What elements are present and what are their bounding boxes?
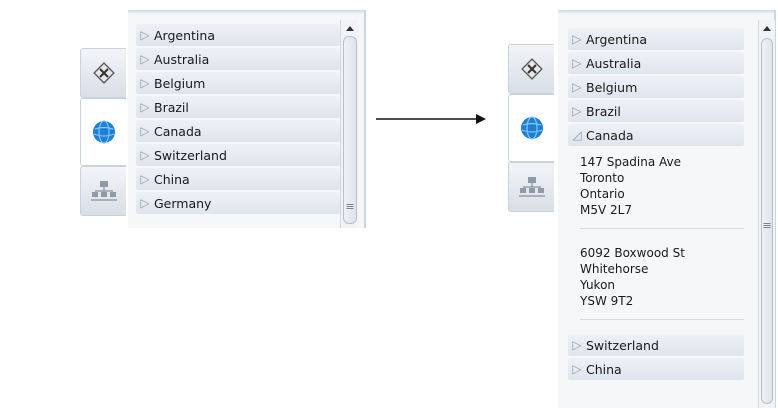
before-row-brazil[interactable]: ▷ Brazil <box>136 96 340 118</box>
after-row-switzerland[interactable]: ▷ Switzerland <box>568 334 744 356</box>
globe-icon <box>520 116 543 140</box>
chevron-right-icon: ▷ <box>140 172 150 186</box>
chevron-right-icon: ▷ <box>140 28 150 42</box>
before-row-canada[interactable]: ▷ Canada <box>136 120 340 142</box>
chevron-right-icon: ▷ <box>572 104 582 118</box>
address-line: Whitehorse <box>580 262 649 276</box>
country-label: Argentina <box>586 31 647 47</box>
address-divider <box>580 228 744 229</box>
scroll-up-icon[interactable] <box>763 26 771 31</box>
grip-icon <box>346 204 354 209</box>
country-label: Brazil <box>154 99 189 115</box>
tools-icon <box>92 62 115 84</box>
before-panel: ▷ Argentina ▷ Australia ▷ Belgium ▷ Braz… <box>78 10 366 228</box>
after-tab-network[interactable] <box>508 162 554 212</box>
chevron-right-icon: ▷ <box>140 52 150 66</box>
after-tabs <box>508 44 554 224</box>
before-tab-globe[interactable] <box>80 98 126 166</box>
before-tab-network[interactable] <box>80 166 126 216</box>
country-label: Australia <box>154 51 210 67</box>
after-row-canada[interactable]: ◿ Canada <box>568 124 744 146</box>
chevron-right-icon: ▷ <box>140 100 150 114</box>
address-line: M5V 2L7 <box>580 203 632 217</box>
network-icon <box>90 181 117 201</box>
after-row-belgium[interactable]: ▷ Belgium <box>568 76 744 98</box>
country-label: China <box>154 171 190 187</box>
before-tab-tools[interactable] <box>80 48 126 98</box>
address-line: 147 Spadina Ave <box>580 155 682 169</box>
chevron-right-icon: ▷ <box>140 148 150 162</box>
country-label: Brazil <box>586 103 621 119</box>
country-label: Belgium <box>154 75 206 91</box>
address-line: Ontario <box>580 187 625 201</box>
before-row-argentina[interactable]: ▷ Argentina <box>136 24 340 46</box>
chevron-right-icon: ▷ <box>572 338 582 352</box>
before-country-list: ▷ Argentina ▷ Australia ▷ Belgium ▷ Braz… <box>136 24 340 214</box>
country-label: Canada <box>154 123 202 139</box>
chevron-right-icon: ▷ <box>140 196 150 210</box>
country-label: Switzerland <box>586 337 659 353</box>
before-tabs <box>80 48 126 218</box>
before-scrollbar[interactable] <box>340 20 359 228</box>
globe-icon <box>92 120 115 144</box>
after-tab-tools[interactable] <box>508 44 554 94</box>
country-label: Belgium <box>586 79 638 95</box>
before-scroll-thumb[interactable] <box>343 36 357 224</box>
country-label: Argentina <box>154 27 215 43</box>
country-label: Canada <box>586 127 634 143</box>
address-line: Yukon <box>580 278 616 292</box>
network-icon <box>518 177 545 197</box>
after-row-australia[interactable]: ▷ Australia <box>568 52 744 74</box>
address-divider <box>580 319 744 320</box>
before-row-germany[interactable]: ▷ Germany <box>136 192 340 214</box>
canada-details: 147 Spadina Ave Toronto Ontario M5V 2L7 … <box>568 148 744 332</box>
address-block: 147 Spadina Ave Toronto Ontario M5V 2L7 <box>580 154 744 218</box>
country-label: Australia <box>586 55 642 71</box>
address-block: 6092 Boxwood St Whitehorse Yukon YSW 9T2 <box>580 245 744 309</box>
chevron-down-icon: ◿ <box>572 128 582 142</box>
address-line: 6092 Boxwood St <box>580 246 685 260</box>
after-country-list: ▷ Argentina ▷ Australia ▷ Belgium ▷ Braz… <box>568 28 744 380</box>
after-row-brazil[interactable]: ▷ Brazil <box>568 100 744 122</box>
scroll-up-icon[interactable] <box>346 26 354 31</box>
chevron-right-icon: ▷ <box>572 80 582 94</box>
country-label: Germany <box>154 195 212 211</box>
chevron-right-icon: ▷ <box>140 76 150 90</box>
address-line: YSW 9T2 <box>580 294 634 308</box>
chevron-right-icon: ▷ <box>572 32 582 46</box>
chevron-right-icon: ▷ <box>572 362 582 376</box>
country-label: China <box>586 361 622 377</box>
before-row-china[interactable]: ▷ China <box>136 168 340 190</box>
tools-icon <box>520 58 543 80</box>
country-label: Switzerland <box>154 147 227 163</box>
before-row-belgium[interactable]: ▷ Belgium <box>136 72 340 94</box>
chevron-right-icon: ▷ <box>140 124 150 138</box>
before-row-switzerland[interactable]: ▷ Switzerland <box>136 144 340 166</box>
after-tab-globe[interactable] <box>508 94 554 162</box>
after-row-argentina[interactable]: ▷ Argentina <box>568 28 744 50</box>
transition-arrow-icon <box>376 114 486 124</box>
after-row-china[interactable]: ▷ China <box>568 358 744 380</box>
grip-icon <box>763 223 771 228</box>
after-scrollbar[interactable] <box>758 20 775 408</box>
chevron-right-icon: ▷ <box>572 56 582 70</box>
address-line: Toronto <box>580 171 625 185</box>
before-row-australia[interactable]: ▷ Australia <box>136 48 340 70</box>
after-scroll-thumb[interactable] <box>761 38 773 404</box>
after-panel: ▷ Argentina ▷ Australia ▷ Belgium ▷ Braz… <box>488 10 776 408</box>
comparison-stage: ▷ Argentina ▷ Australia ▷ Belgium ▷ Braz… <box>0 0 778 408</box>
